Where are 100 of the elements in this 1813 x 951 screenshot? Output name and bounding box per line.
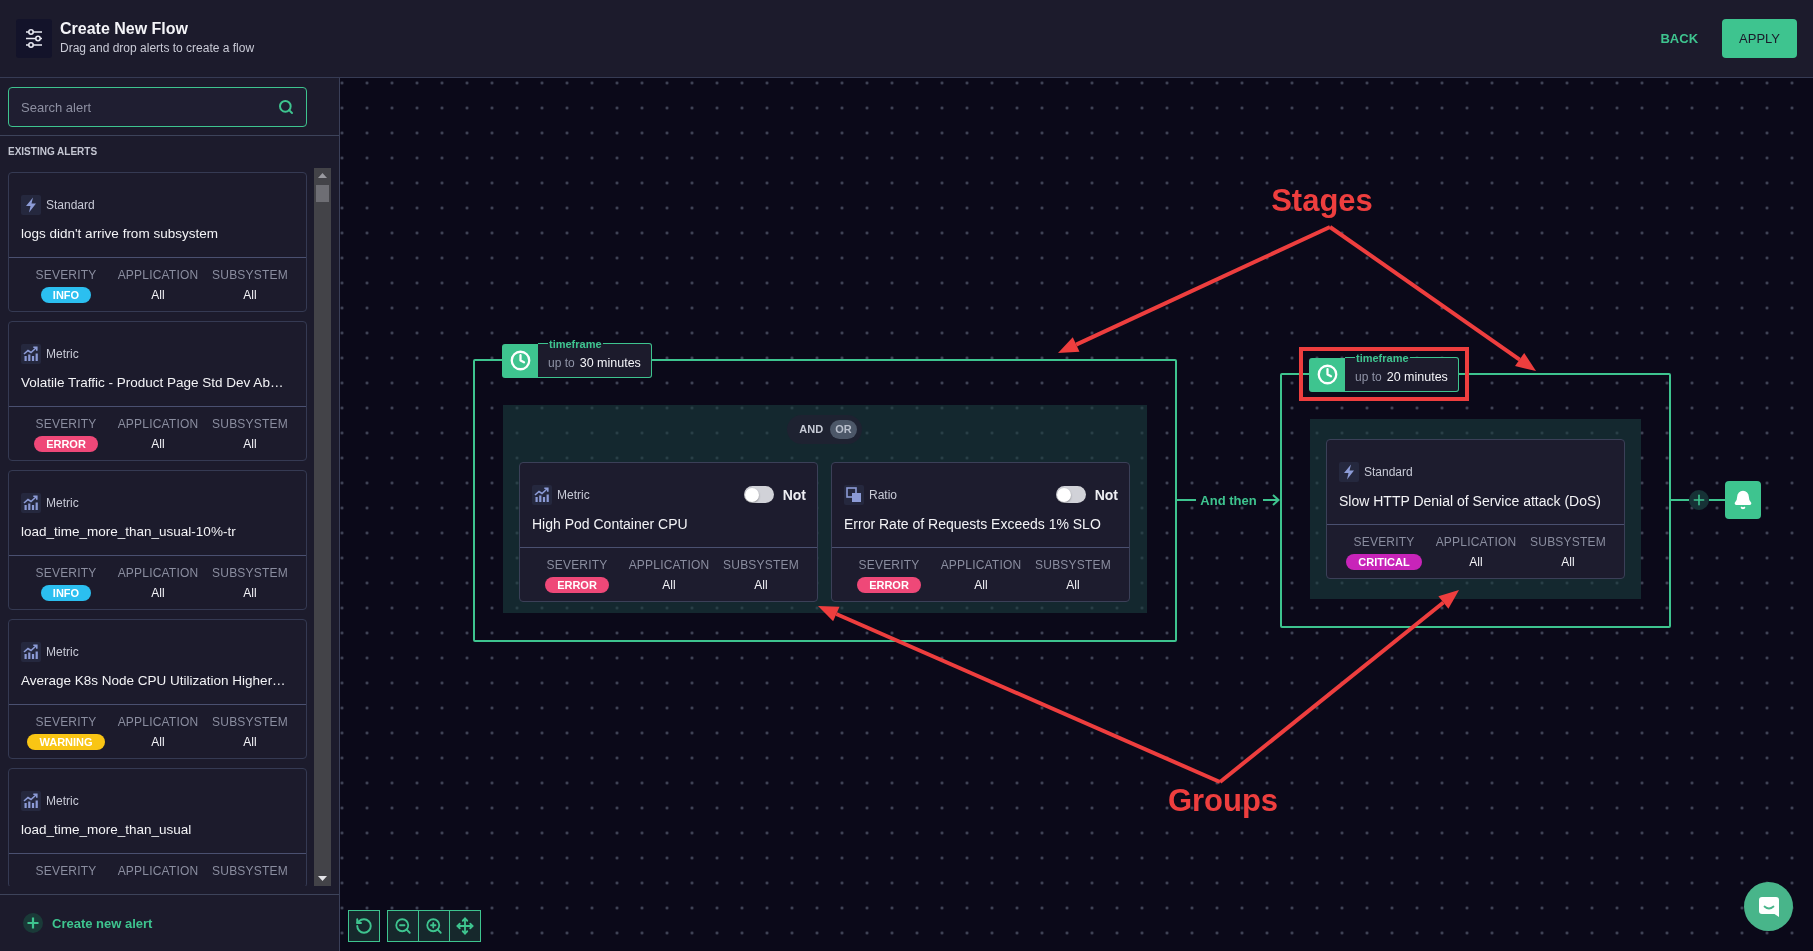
- field-label: APPLICATION: [117, 267, 199, 283]
- chart-icon: [21, 791, 41, 811]
- operator-option[interactable]: AND: [794, 419, 829, 439]
- field-label: SEVERITY: [35, 416, 97, 432]
- field-label: SEVERITY: [35, 565, 97, 581]
- field-value: All: [662, 576, 676, 593]
- zoom-out-icon: [394, 917, 412, 935]
- zoom-in-button[interactable]: [418, 910, 450, 942]
- pan-button[interactable]: [449, 910, 481, 942]
- squares-icon: [844, 484, 864, 505]
- alert-type: Standard: [1364, 464, 1413, 479]
- field-label: SUBSYSTEM: [212, 714, 288, 730]
- back-button[interactable]: BACK: [1660, 19, 1699, 58]
- scroll-up-icon[interactable]: [318, 173, 327, 178]
- timeframe-box[interactable]: timeframe up to 30 minutes: [538, 337, 652, 378]
- zoom-out-button[interactable]: [387, 910, 419, 942]
- field-value: All: [243, 585, 257, 601]
- field-label: SUBSYSTEM: [1035, 556, 1111, 573]
- field-label: SUBSYSTEM: [212, 416, 288, 432]
- alert-title: Average K8s Node CPU Utilization Higher…: [21, 673, 286, 689]
- alert-title: Slow HTTP Denial of Service attack (DoS): [1339, 492, 1601, 509]
- field-value: All: [243, 287, 257, 303]
- timeframe-legend: timeframe: [548, 337, 603, 350]
- alert-type: Metric: [46, 645, 79, 659]
- scrollbar[interactable]: [314, 168, 331, 886]
- field-label: APPLICATION: [117, 714, 199, 730]
- alert-type: Ratio: [869, 487, 897, 502]
- severity-badge: INFO: [40, 585, 92, 601]
- timeframe-value: 20 minutes: [1386, 368, 1448, 385]
- scrollbar-thumb[interactable]: [316, 185, 329, 202]
- search-icon[interactable]: [278, 99, 294, 115]
- alert-card[interactable]: Metric Volatile Traffic - Product Page Std Dev Ab… SEVERITY ERROR APPLICATION All SUBSYSTEM All: [8, 321, 307, 461]
- chat-button[interactable]: [1744, 882, 1793, 931]
- severity-badge: ERROR: [545, 576, 609, 593]
- alert-card[interactable]: Metric load_time_more_than_usual-10%-tr SEVERITY INFO APPLICATION All SUBSYSTEM All: [8, 470, 307, 610]
- alert-card[interactable]: Standard logs didn't arrive from subsystem SEVERITY INFO APPLICATION All SUBSYSTEM All: [8, 172, 307, 312]
- annotation-label: Groups: [1167, 783, 1279, 819]
- chart-icon: [21, 493, 41, 513]
- annotation-label: Stages: [1271, 183, 1373, 219]
- severity-badge: ERROR: [34, 436, 98, 452]
- chart-icon: [532, 484, 552, 505]
- not-label: Not: [782, 486, 806, 503]
- chart-icon: [21, 642, 41, 662]
- operator-option[interactable]: OR: [830, 419, 857, 439]
- field-label: SEVERITY: [35, 714, 97, 730]
- timeframe-legend: timeframe: [1355, 351, 1410, 364]
- bell-icon: [1733, 490, 1753, 510]
- field-label: SUBSYSTEM: [723, 556, 799, 573]
- reset-view-button[interactable]: [348, 910, 380, 942]
- field-value: All: [1066, 576, 1080, 593]
- plus-icon: [1691, 492, 1707, 508]
- field-label: SUBSYSTEM: [1530, 533, 1606, 550]
- chart-icon: [21, 344, 41, 364]
- alert-title: load_time_more_than_usual: [21, 822, 192, 838]
- field-value: All: [151, 436, 165, 452]
- alert-title: logs didn't arrive from subsystem: [21, 226, 218, 242]
- timeframe-prefix: up to: [1355, 368, 1382, 385]
- search-field[interactable]: Search alert: [8, 87, 307, 127]
- field-label: SEVERITY: [858, 556, 920, 573]
- field-label: APPLICATION: [117, 416, 199, 432]
- field-value: All: [1561, 553, 1575, 570]
- field-value: All: [151, 287, 165, 303]
- field-value: All: [243, 734, 257, 750]
- field-label: APPLICATION: [628, 556, 710, 573]
- field-label: SEVERITY: [546, 556, 608, 573]
- scroll-down-icon[interactable]: [318, 876, 327, 881]
- severity-badge: CRITICAL: [1346, 553, 1422, 570]
- page-subtitle: Drag and drop alerts to create a flow: [60, 40, 255, 55]
- not-switch[interactable]: [1055, 486, 1086, 503]
- not-switch[interactable]: [743, 486, 774, 503]
- chat-icon: [1756, 894, 1781, 919]
- alert-type: Standard: [46, 198, 95, 212]
- field-label: SEVERITY: [1353, 533, 1415, 550]
- alert-card[interactable]: Metric Average K8s Node CPU Utilization Higher… SEVERITY WARNING APPLICATION All SUBSYSTEM All: [8, 619, 307, 759]
- field-label: SEVERITY: [35, 267, 97, 283]
- field-value: All: [974, 576, 988, 593]
- move-icon: [456, 917, 474, 935]
- alert-type: Metric: [46, 347, 79, 361]
- lightning-icon: [1339, 461, 1359, 482]
- connector-line: [1709, 499, 1725, 501]
- field-label: SEVERITY: [35, 863, 97, 879]
- field-label: SUBSYSTEM: [212, 863, 288, 879]
- severity-badge: ERROR: [857, 576, 921, 593]
- create-alert-button[interactable]: Create new alert: [23, 913, 153, 933]
- rotate-icon: [355, 917, 373, 935]
- timeframe-box[interactable]: timeframe up to 20 minutes: [1345, 351, 1459, 392]
- field-label: APPLICATION: [1435, 533, 1517, 550]
- field-value: All: [243, 436, 257, 452]
- add-button[interactable]: [1689, 490, 1709, 510]
- alert-type: Metric: [557, 487, 590, 502]
- apply-button[interactable]: APPLY: [1722, 19, 1797, 58]
- alert-title: load_time_more_than_usual-10%-tr: [21, 524, 236, 540]
- alert-type: Metric: [46, 496, 79, 510]
- severity-badge: INFO: [40, 287, 92, 303]
- timeframe-value: 30 minutes: [579, 354, 641, 371]
- field-label: SUBSYSTEM: [212, 565, 288, 581]
- field-value: All: [151, 734, 165, 750]
- alert-title: High Pod Container CPU: [532, 515, 688, 532]
- not-label: Not: [1094, 486, 1118, 503]
- alert-card[interactable]: Metric load_time_more_than_usual SEVERITY APPLICATION SUBSYSTEM: [8, 768, 307, 886]
